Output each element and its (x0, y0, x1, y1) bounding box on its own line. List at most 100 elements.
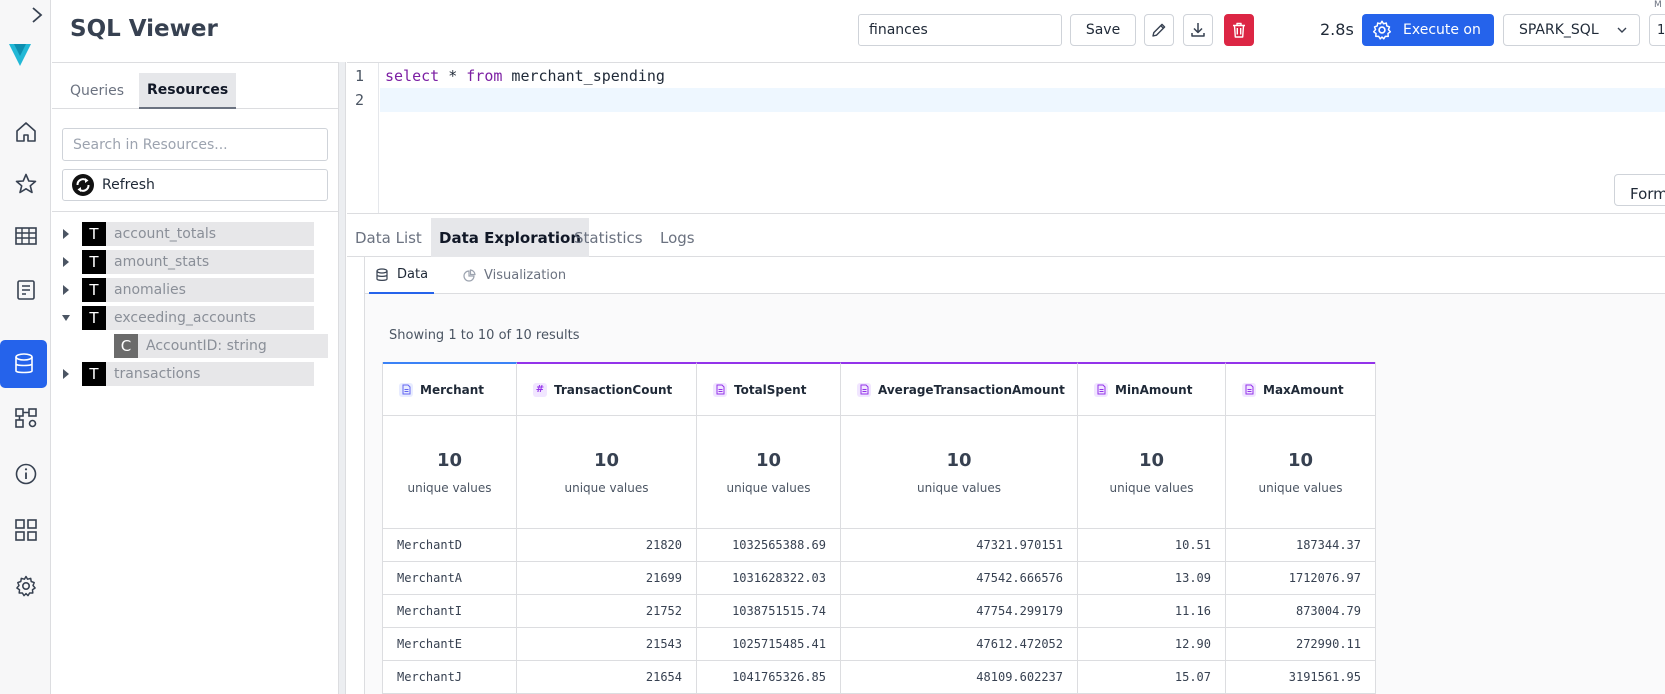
delete-button[interactable] (1224, 14, 1254, 46)
favorites-nav[interactable] (6, 164, 46, 204)
notebook-nav[interactable] (6, 270, 46, 310)
document-icon (17, 280, 35, 300)
chevron-right-icon[interactable] (30, 6, 44, 24)
execute-button[interactable]: Execute on (1362, 14, 1494, 46)
tab-resources[interactable]: Resources (139, 73, 237, 109)
table-cell: 272990.11 (1226, 628, 1375, 661)
tab-logs[interactable]: Logs (652, 218, 703, 257)
caret-right-icon[interactable] (62, 369, 70, 379)
tables-nav[interactable] (6, 216, 46, 256)
table-cell: 12.90 (1078, 628, 1226, 661)
column-name: AverageTransactionAmount (878, 382, 1065, 397)
resource-panel: Queries Resources Refresh T account_tota… (52, 62, 338, 694)
tree-item-label: AccountID: string (138, 334, 328, 358)
subtab-visualization[interactable]: Visualization (456, 257, 572, 294)
table-row[interactable]: MerchantE 21543 1025715485.41 47612.4720… (383, 628, 1375, 661)
column-header-transactioncount[interactable]: # TransactionCount (517, 362, 697, 416)
tree-item-accountid-column[interactable]: C AccountID: string (114, 334, 328, 358)
result-tabs: Data List Data Exploration Statistics Lo… (347, 216, 1665, 257)
unique-label: unique values (1109, 480, 1194, 495)
number-type-icon: # (533, 382, 547, 397)
sql-editor[interactable]: 1 2 select * from merchant_spending Form (347, 62, 1665, 214)
search-resources-input[interactable] (62, 128, 328, 161)
format-button[interactable]: Form (1614, 174, 1665, 206)
unique-stat: 10 unique values (697, 416, 841, 529)
database-icon (14, 353, 33, 374)
column-header-totalspent[interactable]: TotalSpent (697, 362, 841, 416)
code-line[interactable]: select * from merchant_spending (385, 67, 665, 85)
table-row[interactable]: MerchantJ 21654 1041765326.85 48109.6022… (383, 661, 1375, 694)
caret-right-icon[interactable] (62, 257, 70, 267)
table-row[interactable]: MerchantA 21699 1031628322.03 47542.6665… (383, 562, 1375, 595)
caret-right-icon[interactable] (62, 285, 70, 295)
column-header-merchant[interactable]: Merchant (383, 362, 517, 416)
tab-queries[interactable]: Queries (62, 73, 132, 109)
subtab-label: Visualization (484, 268, 567, 283)
column-name: Merchant (420, 382, 485, 397)
caret-down-icon[interactable] (62, 313, 70, 323)
unique-label: unique values (564, 480, 649, 495)
info-icon (15, 463, 37, 485)
tab-statistics[interactable]: Statistics (566, 218, 651, 257)
home-icon (16, 122, 36, 142)
table-badge: T (82, 222, 106, 246)
tab-data-list[interactable]: Data List (347, 218, 430, 257)
tree-item-exceeding-accounts[interactable]: T exceeding_accounts (62, 306, 314, 330)
active-line-highlight (380, 88, 1665, 112)
gear-icon (1372, 20, 1392, 40)
caret-right-icon[interactable] (62, 229, 70, 239)
table-row[interactable]: MerchantI 21752 1038751515.74 47754.2991… (383, 595, 1375, 628)
settings-nav[interactable] (6, 566, 46, 606)
star-icon (15, 173, 37, 194)
table-cell: 1038751515.74 (697, 595, 841, 628)
table-cell: 47612.472052 (841, 628, 1078, 661)
table-cell: 10.51 (1078, 529, 1226, 562)
unique-label: unique values (407, 480, 492, 495)
tree-item-transactions[interactable]: T transactions (62, 362, 314, 386)
sql-keyword: from (466, 67, 503, 85)
download-icon (1191, 23, 1205, 37)
table-cell: MerchantI (383, 595, 517, 628)
chevron-down-icon (1617, 27, 1627, 33)
table-badge: T (82, 250, 106, 274)
pipelines-nav[interactable] (6, 398, 46, 438)
edit-button[interactable] (1144, 14, 1174, 46)
app-logo-icon (9, 44, 31, 66)
unique-label: unique values (726, 480, 811, 495)
column-header-maxamount[interactable]: MaxAmount (1226, 362, 1375, 416)
download-button[interactable] (1183, 14, 1213, 46)
unique-count: 10 (593, 449, 620, 471)
icon-rail (0, 0, 51, 694)
home-nav[interactable] (6, 112, 46, 152)
tree-item-anomalies[interactable]: T anomalies (62, 278, 314, 302)
panel-resizer[interactable] (338, 62, 346, 694)
subtab-data[interactable]: Data (369, 257, 435, 294)
table-cell: 187344.37 (1226, 529, 1375, 562)
refresh-button-label: Refresh (102, 177, 155, 193)
tree-item-amount-stats[interactable]: T amount_stats (62, 250, 314, 274)
engine-select[interactable]: SPARK_SQL (1503, 14, 1640, 46)
query-name-input[interactable] (858, 14, 1062, 46)
header-row: Merchant # TransactionCount TotalSpent A… (383, 362, 1375, 416)
pipeline-icon (15, 408, 37, 428)
table-cell: 1041765326.85 (697, 661, 841, 694)
column-header-averagetransactionamount[interactable]: AverageTransactionAmount (841, 362, 1078, 416)
sql-viewer-nav[interactable] (0, 340, 47, 388)
tree-item-label: exceeding_accounts (106, 306, 314, 330)
refresh-button[interactable]: Refresh (62, 169, 328, 201)
unique-stat: 10 unique values (1226, 416, 1375, 529)
line-gutter: 1 2 (347, 63, 379, 213)
table-row[interactable]: MerchantD 21820 1032565388.69 47321.9701… (383, 529, 1375, 562)
column-header-minamount[interactable]: MinAmount (1078, 362, 1226, 416)
apps-nav[interactable] (6, 510, 46, 550)
document-type-icon (713, 382, 727, 397)
info-nav[interactable] (6, 454, 46, 494)
table-cell: 11.16 (1078, 595, 1226, 628)
engine-select-value: SPARK_SQL (1519, 22, 1599, 38)
limit-input[interactable]: 1 (1649, 14, 1665, 46)
sql-text: merchant_spending (502, 67, 665, 85)
document-type-icon (857, 382, 871, 397)
tree-item-label: anomalies (106, 278, 314, 302)
save-button[interactable]: Save (1070, 14, 1136, 46)
tree-item-account-totals[interactable]: T account_totals (62, 222, 314, 246)
